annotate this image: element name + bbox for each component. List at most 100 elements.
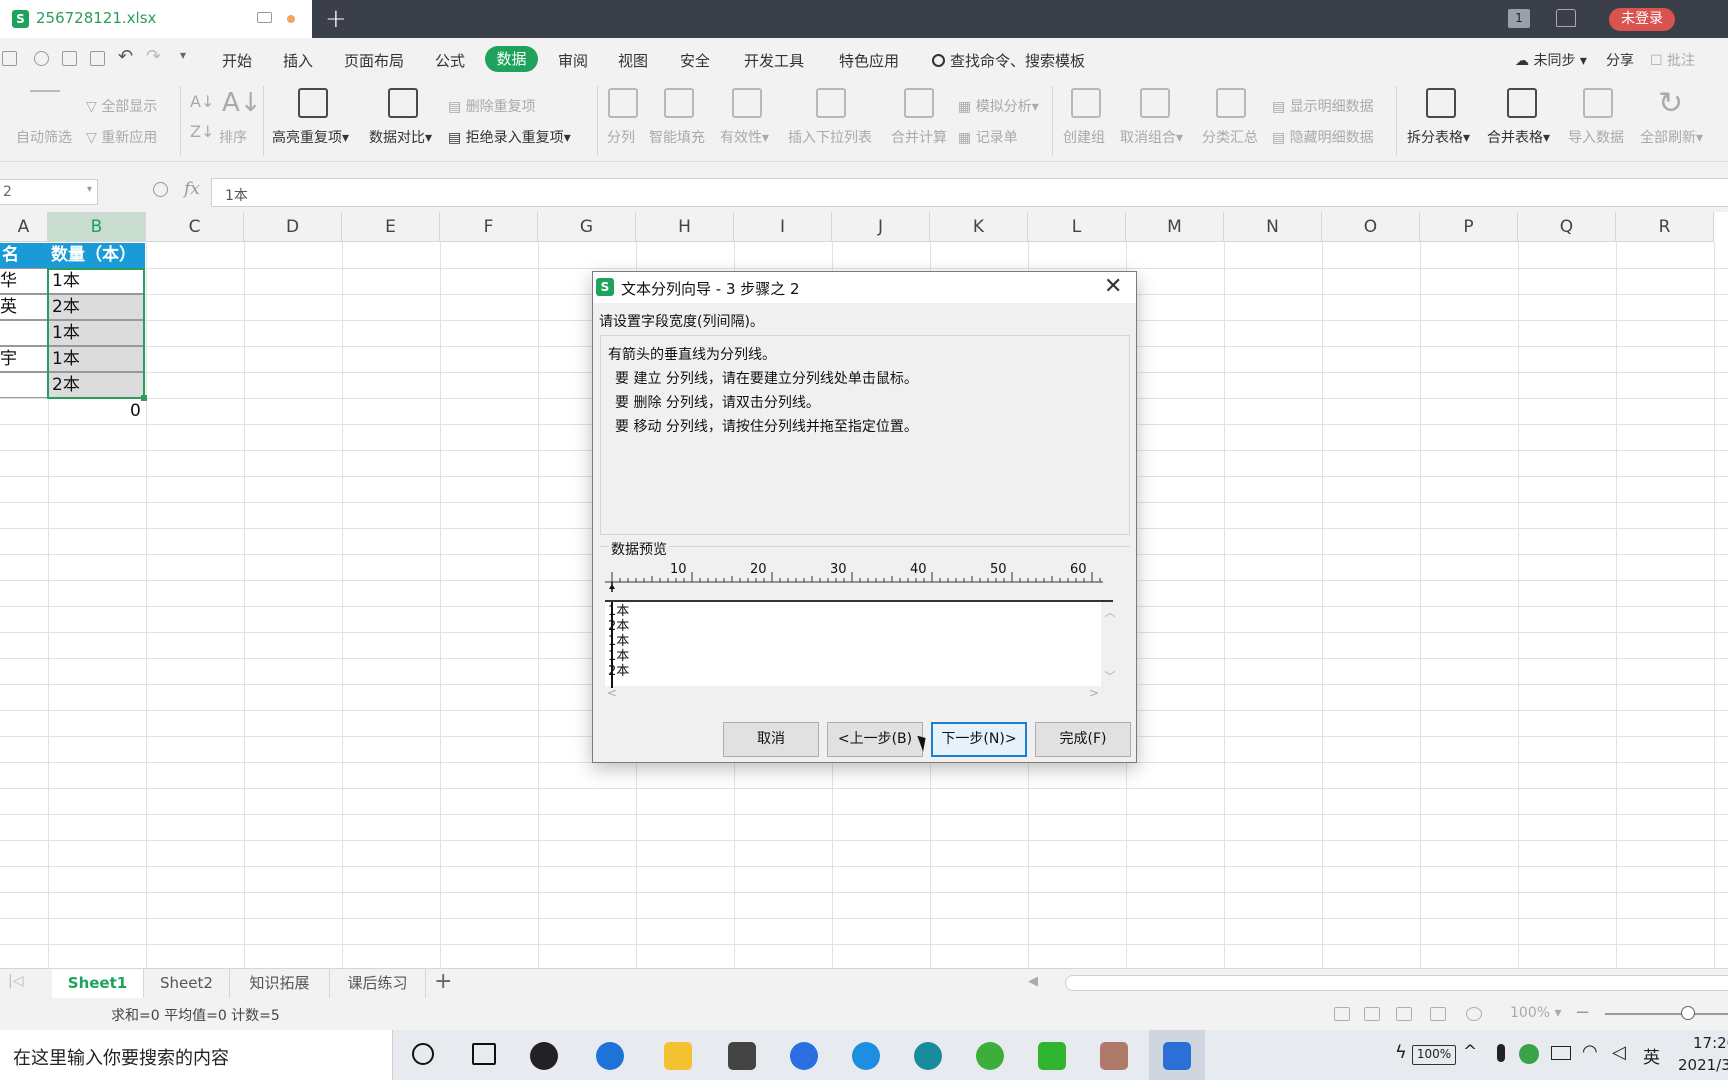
window-count-badge[interactable]: 1 [1508, 9, 1530, 28]
menu-formula[interactable]: 公式 [435, 50, 465, 71]
zoom-level[interactable]: 100% ▾ [1510, 1005, 1562, 1021]
column-header-q[interactable]: Q [1518, 212, 1616, 242]
menu-security[interactable]: 安全 [680, 50, 710, 71]
sort-desc-icon[interactable]: Z↓ [190, 122, 214, 141]
finish-button[interactable]: 完成(F) [1035, 722, 1131, 757]
mail-icon[interactable] [728, 1042, 756, 1070]
horizontal-scrollbar[interactable] [1065, 975, 1728, 991]
menu-data[interactable]: 数据 [485, 46, 538, 72]
column-header-i[interactable]: I [734, 212, 832, 242]
task-view-icon[interactable] [472, 1043, 496, 1065]
reapply-button[interactable]: ▽ 重新应用 [86, 127, 157, 147]
cell-b3[interactable]: 2本 [48, 294, 145, 320]
back-button[interactable]: <上一步(B) [827, 722, 923, 757]
sort-button[interactable]: 排序 [219, 127, 247, 147]
close-icon[interactable]: ✕ [1104, 274, 1122, 299]
sheet-tab-knowledge[interactable]: 知识拓展 [230, 969, 330, 998]
preview-horizontal-scrollbar[interactable]: < > [605, 686, 1101, 702]
column-header-e[interactable]: E [342, 212, 440, 242]
sheet-tab-sheet1[interactable]: Sheet1 [52, 969, 144, 998]
column-header-f[interactable]: F [440, 212, 538, 242]
fill-handle[interactable] [141, 395, 147, 401]
menu-review[interactable]: 审阅 [558, 50, 588, 71]
reject-duplicates-button[interactable]: ▤ 拒绝录入重复项▾ [448, 127, 571, 147]
redo-icon[interactable]: ↷ [146, 46, 161, 67]
cell-b2[interactable]: 1本 [48, 268, 145, 294]
column-header-r[interactable]: R [1616, 212, 1714, 242]
column-header-j[interactable]: J [832, 212, 930, 242]
cancel-button[interactable]: 取消 [723, 722, 819, 757]
menu-insert[interactable]: 插入 [283, 50, 313, 71]
menu-special-apps[interactable]: 特色应用 [839, 50, 899, 71]
app-tray-icon[interactable] [1519, 1044, 1539, 1064]
show-detail-button[interactable]: ▤ 显示明细数据 [1272, 96, 1374, 116]
customize-toolbar-icon[interactable]: ▾ [180, 48, 186, 62]
sync-status[interactable]: ☁ 未同步 ▾ [1515, 50, 1587, 70]
cell-a5[interactable]: 宇 [0, 346, 48, 372]
undo-icon[interactable]: ↶ [118, 46, 133, 67]
photo-app-icon[interactable] [1100, 1042, 1128, 1070]
function-icon[interactable]: fx [184, 179, 200, 199]
prev-sheet-icon[interactable]: |◁ [8, 973, 23, 989]
iqiyi-icon[interactable] [1038, 1042, 1066, 1070]
monitor-icon[interactable] [257, 12, 272, 23]
new-tab-icon[interactable]: + [325, 4, 347, 34]
delete-duplicates-button[interactable]: ▤ 删除重复项 [448, 96, 536, 116]
cell-b5[interactable]: 1本 [48, 346, 145, 372]
green-browser-icon[interactable] [976, 1042, 1004, 1070]
cell-a6[interactable] [0, 372, 48, 398]
menu-page-layout[interactable]: 页面布局 [344, 50, 404, 71]
print-preview-icon[interactable] [90, 51, 105, 66]
sheet-tab-sheet2[interactable]: Sheet2 [144, 969, 230, 998]
cell-b7[interactable]: 0 [130, 401, 141, 421]
menu-start[interactable]: 开始 [222, 50, 252, 71]
chevron-up-icon[interactable]: ^ [1463, 1042, 1477, 1062]
scroll-up-icon[interactable]: ︿ [1101, 604, 1119, 620]
sort-asc-icon[interactable]: A↓ [190, 92, 214, 111]
hide-detail-button[interactable]: ▤ 隐藏明细数据 [1272, 127, 1374, 147]
column-header-p[interactable]: P [1420, 212, 1518, 242]
highlight-duplicates-button[interactable]: 高亮重复项▾ [272, 127, 349, 147]
wifi-icon[interactable]: ◠ [1582, 1041, 1598, 1062]
pinwheel-app-icon[interactable] [530, 1042, 558, 1070]
column-header-k[interactable]: K [930, 212, 1028, 242]
cell-a4[interactable] [0, 320, 48, 346]
page-break-view-icon[interactable] [1430, 1007, 1446, 1021]
cell-b6[interactable]: 2本 [48, 372, 145, 398]
insert-dropdown-button[interactable]: 插入下拉列表 [788, 127, 872, 147]
edge-icon[interactable] [914, 1042, 942, 1070]
next-button[interactable]: 下一步(N)> [931, 722, 1027, 757]
create-group-button[interactable]: 创建组 [1063, 127, 1105, 147]
validity-button[interactable]: 有效性▾ [720, 127, 769, 147]
zoom-slider[interactable] [1605, 1013, 1728, 1015]
cell-b1[interactable]: 数量（本） [48, 243, 145, 268]
ungroup-button[interactable]: 取消组合▾ [1120, 127, 1183, 147]
battery-indicator[interactable]: 100% [1412, 1045, 1456, 1065]
cell-a1[interactable]: 名 [0, 243, 48, 268]
scroll-right-icon[interactable]: > [1089, 686, 1099, 700]
eye-protection-icon[interactable] [1466, 1007, 1482, 1021]
zoom-slider-handle[interactable] [1681, 1006, 1695, 1020]
column-ruler[interactable]: 10 20 30 40 50 60 [605, 562, 1105, 592]
page-layout-view-icon[interactable] [1396, 1007, 1412, 1021]
column-header-a[interactable]: A [0, 212, 48, 242]
file-explorer-icon[interactable] [664, 1042, 692, 1070]
menu-view[interactable]: 视图 [618, 50, 648, 71]
column-header-m[interactable]: M [1126, 212, 1224, 242]
wps-office-icon[interactable] [1163, 1042, 1191, 1070]
add-sheet-icon[interactable]: + [434, 969, 452, 994]
l-app-icon[interactable] [790, 1042, 818, 1070]
column-header-h[interactable]: H [636, 212, 734, 242]
name-box[interactable]: 2 ▾ [0, 179, 98, 205]
protect-icon[interactable] [1334, 1007, 1350, 1021]
volume-icon[interactable]: ◁ [1612, 1042, 1626, 1063]
print-icon[interactable] [62, 51, 77, 66]
cortana-icon[interactable] [412, 1043, 434, 1065]
simulate-button[interactable]: ▦ 模拟分析▾ [958, 96, 1039, 116]
merge-calc-button[interactable]: 合并计算 [891, 127, 947, 147]
column-header-n[interactable]: N [1224, 212, 1322, 242]
data-compare-button[interactable]: 数据对比▾ [369, 127, 432, 147]
cell-a3[interactable]: 英 [0, 294, 48, 320]
cell-a2[interactable]: 华 [0, 268, 48, 294]
skin-icon[interactable] [1556, 9, 1576, 27]
